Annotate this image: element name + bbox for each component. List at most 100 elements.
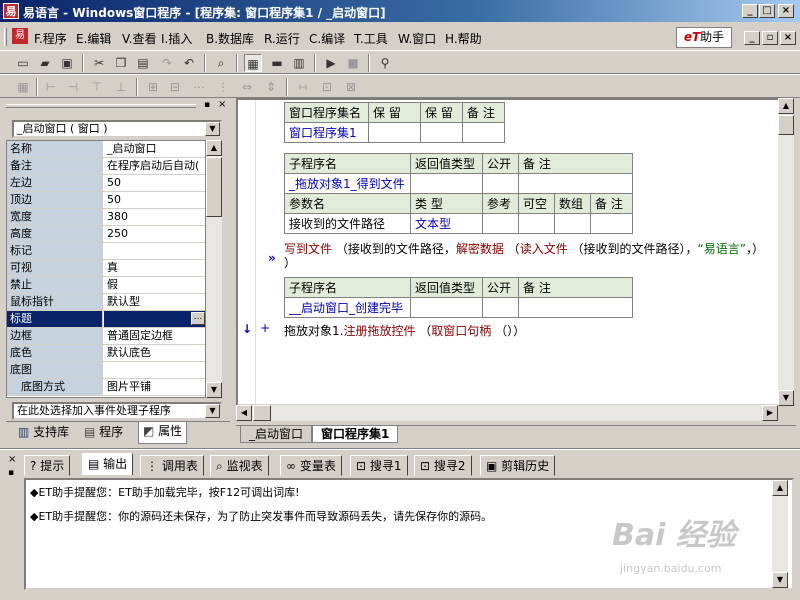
property-value[interactable]: 50 [104,192,205,208]
find-icon[interactable]: ⌕ [212,54,230,72]
tab-properties[interactable]: ◩ 属性 [138,422,188,444]
cut-icon[interactable]: ✂ [90,54,108,72]
property-value[interactable]: 图片平铺 [104,379,205,395]
menu-run[interactable]: R.运行 [264,30,300,47]
code-line-write-file[interactable]: 写到文件 （接收到的文件路径，解密数据 （读入文件 （接收到的文件路径），“易语… [284,240,764,257]
scroll-up-icon[interactable]: ▲ [772,480,788,496]
binoculars-icon[interactable]: ⚲ [376,54,394,72]
tab-support-library[interactable]: ▥ 支持库 [14,423,73,443]
new-file-icon[interactable]: ▭ [14,54,32,72]
scroll-left-icon[interactable]: ◀ [236,405,252,421]
center-h-icon[interactable]: ⊞ [144,78,162,96]
align-bottom-icon[interactable]: ⊥ [112,78,130,96]
paste-icon[interactable]: ▤ [134,54,152,72]
align-grid-icon[interactable]: ▦ [14,78,32,96]
maximize-button[interactable]: □ [759,4,775,18]
property-row[interactable]: 左边 50 [7,175,205,192]
property-row[interactable]: 鼠标指针 默认型 [7,294,205,311]
property-row[interactable]: 备注 在程序启动后自动( [7,158,205,175]
scroll-up-icon[interactable]: ▲ [778,98,794,114]
assembly-name-cell[interactable]: 窗口程序集1 [284,122,369,143]
output-scrollbar[interactable]: ▲ ▼ [772,480,788,588]
property-value[interactable]: 默认型 [104,294,205,310]
run-icon[interactable]: ▶ [322,54,340,72]
mdi-restore-button[interactable]: ▫ [762,31,778,45]
property-row[interactable]: 可视真 [7,260,205,277]
property-row[interactable]: 禁止假 [7,277,205,294]
property-row[interactable]: 名称 _启动窗口 [7,141,205,158]
menu-help[interactable]: H.帮助 [445,30,482,47]
undo-icon[interactable]: ↶ [180,54,198,72]
menu-database[interactable]: B.数据库 [206,30,254,47]
property-value[interactable] [104,362,205,378]
property-scrollbar[interactable]: ▲ ▼ [206,140,222,398]
scroll-down-icon[interactable]: ▼ [772,572,788,588]
event-selector[interactable]: 在此处选择加入事件处理子程序 ▼ [12,402,222,420]
tab-program[interactable]: ▤ 程序 [80,423,127,443]
lock-controls-icon[interactable]: ⊠ [342,78,360,96]
tab-window-assembly[interactable]: 窗口程序集1 [312,426,399,443]
copy-icon[interactable]: ❐ [112,54,130,72]
editor-hscrollbar[interactable]: ◀ ▶ [236,405,778,421]
property-value[interactable]: 默认底色 [104,345,205,361]
menu-compile[interactable]: C.编译 [309,30,345,47]
property-value[interactable]: 假 [104,277,205,293]
property-row[interactable]: 底图方式 图片平铺 [7,379,205,396]
property-row[interactable]: 边框 普通固定边框 [7,328,205,345]
menu-insert[interactable]: I.插入 [161,30,192,47]
property-row[interactable]: 宽度 380 [7,209,205,226]
menu-edit[interactable]: E.编辑 [76,30,111,47]
align-top-icon[interactable]: ⊤ [88,78,106,96]
property-value[interactable]: _启动窗口 [104,141,205,157]
stop-icon[interactable]: ■ [344,54,362,72]
space-h-icon[interactable]: ⋯ [190,78,208,96]
ellipsis-button[interactable]: ... [191,312,205,325]
subroutine-name-cell[interactable]: _拖放对象1_得到文件 [284,173,411,194]
param-name-cell[interactable]: 接收到的文件路径 [284,213,411,234]
tab-search-2[interactable]: ⊡ 搜寻2 [414,455,472,476]
close-button[interactable]: × [778,4,794,18]
open-folder-icon[interactable]: ▰ [36,54,54,72]
bottom-panel-pin-icon[interactable]: ▪ [8,468,18,478]
panel-close-icon[interactable]: × [218,100,228,110]
editor-vscrollbar[interactable]: ▲ ▼ [778,98,794,406]
menu-window[interactable]: W.窗口 [398,30,436,47]
tab-startup-window[interactable]: _启动窗口 [240,426,313,443]
et-assistant-button[interactable]: eT助手 [676,27,732,48]
scroll-down-icon[interactable]: ▼ [206,382,222,398]
tab-search-1[interactable]: ⊡ 搜寻1 [350,455,408,476]
code-editor[interactable]: 窗口程序集名 保 留 保 留 备 注 窗口程序集1 子程序名 返回值类型 公开 … [236,98,780,406]
layout-view-1-icon[interactable]: ▦ [244,54,262,72]
same-height-icon[interactable]: ⇕ [262,78,280,96]
redo-icon[interactable]: ↷ [158,54,176,72]
tab-call-stack[interactable]: ⋮ 调用表 [140,455,204,476]
property-value[interactable]: 真 [104,260,205,276]
same-width-icon[interactable]: ⇔ [238,78,256,96]
tab-watch[interactable]: ⌕ 监视表 [210,455,269,476]
expand-plus-icon[interactable]: + [260,321,270,335]
space-v-icon[interactable]: ⋮ [214,78,232,96]
property-row[interactable]: 底色 默认底色 [7,345,205,362]
property-value[interactable]: 380 [104,209,205,225]
align-left-icon[interactable]: ⊢ [42,78,60,96]
property-value[interactable]: 250 [104,226,205,242]
layout-view-3-icon[interactable]: ▥ [290,54,308,72]
property-row[interactable]: 标题... [7,311,205,328]
tab-variables[interactable]: ∞ 变量表 [280,455,342,476]
scroll-thumb[interactable] [778,115,794,135]
property-value[interactable]: 50 [104,175,205,191]
property-row[interactable]: 顶边 50 [7,192,205,209]
chevron-down-icon[interactable]: ▼ [205,404,220,418]
scroll-up-icon[interactable]: ▲ [206,140,222,156]
scroll-thumb[interactable] [253,405,271,421]
property-value[interactable] [104,243,205,259]
code-line-wrap[interactable]: ） [284,254,296,271]
property-row[interactable]: 标记 [7,243,205,260]
bottom-panel-close-icon[interactable]: × [8,455,18,465]
minimize-button[interactable]: _ [742,4,758,18]
menu-tools[interactable]: T.工具 [354,30,388,47]
same-size-icon[interactable]: ⇿ [294,78,312,96]
save-icon[interactable]: ▣ [58,54,76,72]
property-row[interactable]: 高度 250 [7,226,205,243]
panel-pin-icon[interactable]: ▪ [204,100,214,110]
